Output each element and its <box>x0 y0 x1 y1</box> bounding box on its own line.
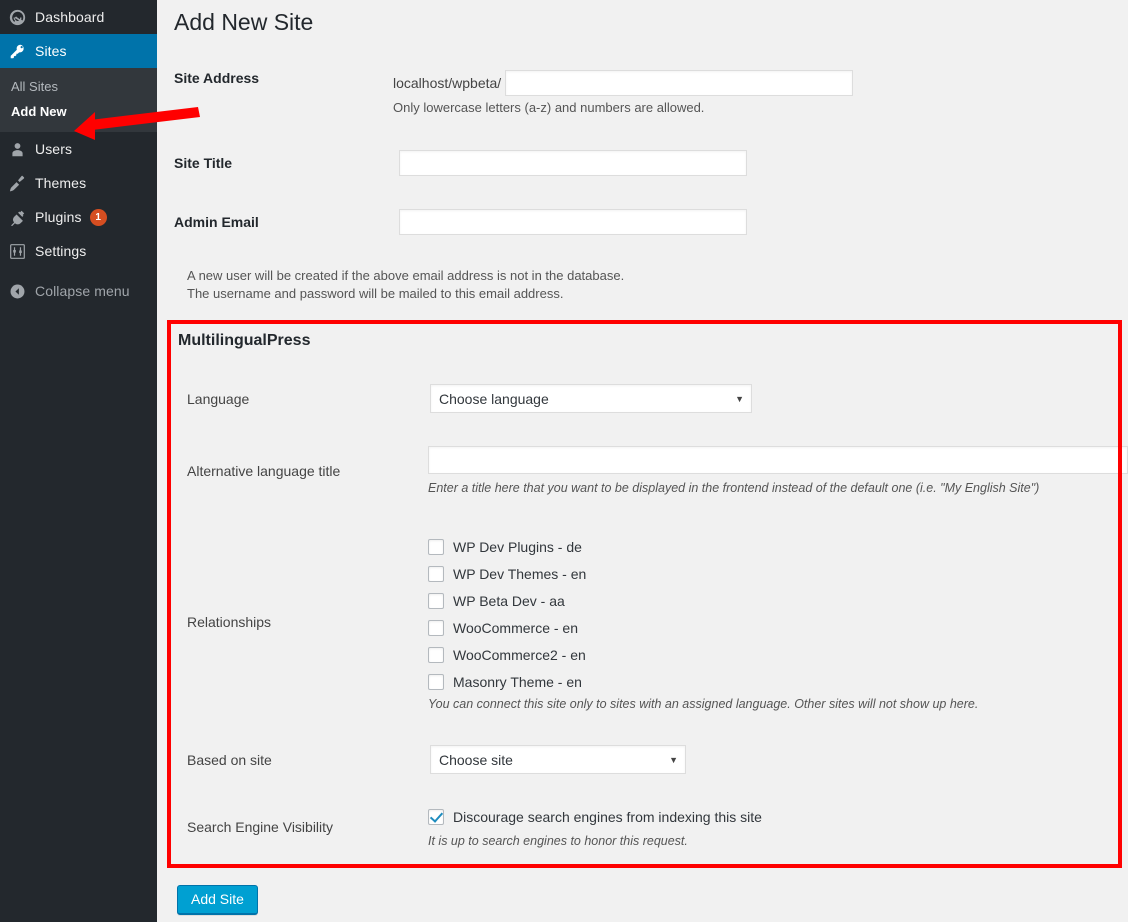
alt-language-title-label: Alternative language title <box>187 463 341 479</box>
relationship-label: WP Beta Dev - aa <box>453 592 565 609</box>
relationships-label: Relationships <box>187 614 272 630</box>
relationship-label: WooCommerce - en <box>453 619 579 636</box>
sidebar-item-plugins[interactable]: Plugins 1 <box>0 200 157 234</box>
search-engine-visibility-group: Discourage search engines from indexing … <box>428 803 762 848</box>
relationship-checkbox[interactable] <box>428 619 444 636</box>
field-site-title: Site Title <box>174 155 232 173</box>
admin-sidebar: Dashboard Sites All Sites Add New Users … <box>0 0 165 922</box>
field-site-address: Site Address <box>174 70 259 88</box>
relationship-checkbox[interactable] <box>428 592 444 609</box>
search-engine-visibility-hint: It is up to search engines to honor this… <box>428 834 688 848</box>
sidebar-item-label: Sites <box>35 43 67 59</box>
admin-email-input[interactable] <box>399 209 747 235</box>
relationship-label: Masonry Theme - en <box>453 673 582 690</box>
brush-icon <box>9 175 35 192</box>
multilingualpress-panel-title: MultilingualPress <box>178 332 311 349</box>
relationship-row[interactable]: WooCommerce2 - en <box>428 641 586 668</box>
alt-language-title-hint: Enter a title here that you want to be d… <box>428 481 1040 495</box>
sidebar-item-dashboard[interactable]: Dashboard <box>0 0 157 34</box>
site-title-label: Site Title <box>174 155 233 171</box>
sidebar-item-themes[interactable]: Themes <box>0 166 157 200</box>
based-on-site-select[interactable]: Choose site ▼ <box>430 745 686 774</box>
relationship-label: WP Dev Themes - en <box>453 565 587 582</box>
based-on-site-select-value: Choose site <box>439 751 513 768</box>
site-address-hint: Only lowercase letters (a-z) and numbers… <box>393 100 705 115</box>
page-title: Add New Site <box>174 9 314 35</box>
relationships-list: WP Dev Plugins - de WP Dev Themes - en W… <box>428 533 586 695</box>
relationship-checkbox[interactable] <box>428 646 444 663</box>
site-title-input[interactable] <box>399 150 747 176</box>
discourage-search-engines-checkbox[interactable] <box>428 808 444 825</box>
key-icon <box>9 43 35 60</box>
sidebar-item-users[interactable]: Users <box>0 132 157 166</box>
relationship-checkbox[interactable] <box>428 538 444 555</box>
new-user-notice-line-2: The username and password will be mailed… <box>187 286 564 301</box>
site-address-input-group: localhost/wpbeta/ <box>393 70 854 96</box>
new-user-notice: A new user will be created if the above … <box>187 267 887 303</box>
admin-email-label: Admin Email <box>174 214 259 230</box>
sidebar-item-label: Dashboard <box>35 9 105 25</box>
sidebar-item-sites[interactable]: Sites <box>0 34 165 68</box>
discourage-search-engines-label: Discourage search engines from indexing … <box>453 808 762 825</box>
site-address-label: Site Address <box>174 70 260 86</box>
sidebar-submenu-label: Add New <box>11 104 67 119</box>
alt-language-title-input[interactable] <box>428 446 1128 474</box>
sidebar-item-settings[interactable]: Settings <box>0 234 157 268</box>
language-select-value: Choose language <box>439 390 549 407</box>
user-icon <box>9 141 35 158</box>
collapse-menu-button[interactable]: Collapse menu <box>0 274 157 308</box>
relationship-label: WooCommerce2 - en <box>453 646 586 663</box>
field-admin-email: Admin Email <box>174 214 259 232</box>
language-label: Language <box>187 391 250 407</box>
sliders-icon <box>9 243 35 260</box>
new-user-notice-line-1: A new user will be created if the above … <box>187 268 625 283</box>
sidebar-item-label: Settings <box>35 243 87 259</box>
relationships-hint: You can connect this site only to sites … <box>428 697 979 711</box>
sidebar-item-label: Plugins <box>35 209 82 225</box>
relationship-row[interactable]: Masonry Theme - en <box>428 668 586 695</box>
relationship-checkbox[interactable] <box>428 673 444 690</box>
sidebar-item-label: Users <box>35 141 73 157</box>
discourage-search-engines-row[interactable]: Discourage search engines from indexing … <box>428 803 762 830</box>
language-select[interactable]: Choose language ▼ <box>430 384 752 413</box>
relationship-row[interactable]: WooCommerce - en <box>428 614 586 641</box>
add-site-button[interactable]: Add Site <box>177 885 258 915</box>
relationship-row[interactable]: WP Dev Plugins - de <box>428 533 586 560</box>
sidebar-submenu-sites: All Sites Add New <box>0 68 157 132</box>
collapse-menu-label: Collapse menu <box>35 283 130 299</box>
plugins-update-badge: 1 <box>89 208 107 226</box>
sidebar-item-add-new[interactable]: Add New <box>0 99 157 124</box>
main-content: Add New Site Site Address localhost/wpbe… <box>157 0 1128 922</box>
chevron-down-icon: ▼ <box>735 393 744 404</box>
dashboard-icon <box>9 9 35 26</box>
site-address-input[interactable] <box>505 70 854 96</box>
site-address-prefix: localhost/wpbeta/ <box>393 75 502 91</box>
plug-icon <box>9 209 35 226</box>
based-on-site-label: Based on site <box>187 752 272 768</box>
sidebar-submenu-label: All Sites <box>11 79 58 94</box>
admin-screen: Dashboard Sites All Sites Add New Users … <box>0 0 1128 922</box>
relationship-row[interactable]: WP Beta Dev - aa <box>428 587 586 614</box>
sidebar-item-all-sites[interactable]: All Sites <box>0 74 157 99</box>
search-engine-visibility-label: Search Engine Visibility <box>187 819 334 835</box>
collapse-arrow-icon <box>9 283 35 300</box>
relationship-checkbox[interactable] <box>428 565 444 582</box>
chevron-down-icon: ▼ <box>669 754 678 765</box>
sidebar-item-label: Themes <box>35 175 87 191</box>
relationship-row[interactable]: WP Dev Themes - en <box>428 560 586 587</box>
relationship-label: WP Dev Plugins - de <box>453 538 582 555</box>
